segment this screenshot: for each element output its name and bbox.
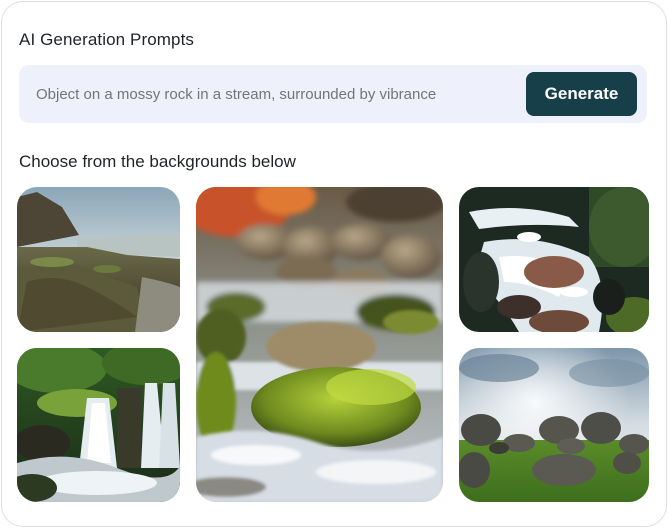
background-option-coastline[interactable]	[17, 187, 180, 332]
prompt-input[interactable]	[19, 65, 519, 123]
generate-button[interactable]: Generate	[526, 72, 637, 116]
background-option-waterfall[interactable]	[17, 348, 180, 502]
background-option-boulders[interactable]	[459, 348, 649, 502]
boulders-image	[459, 348, 649, 502]
mossy-stream-image	[196, 187, 443, 502]
prompt-bar: Generate	[19, 65, 647, 123]
rapids-image	[459, 187, 649, 332]
background-option-mossy-stream[interactable]	[196, 187, 443, 502]
waterfall-image	[17, 348, 180, 502]
card-title: AI Generation Prompts	[19, 30, 195, 49]
background-option-rapids[interactable]	[459, 187, 649, 332]
coastline-image	[17, 187, 180, 332]
gallery-subtitle: Choose from the backgrounds below	[19, 152, 296, 171]
